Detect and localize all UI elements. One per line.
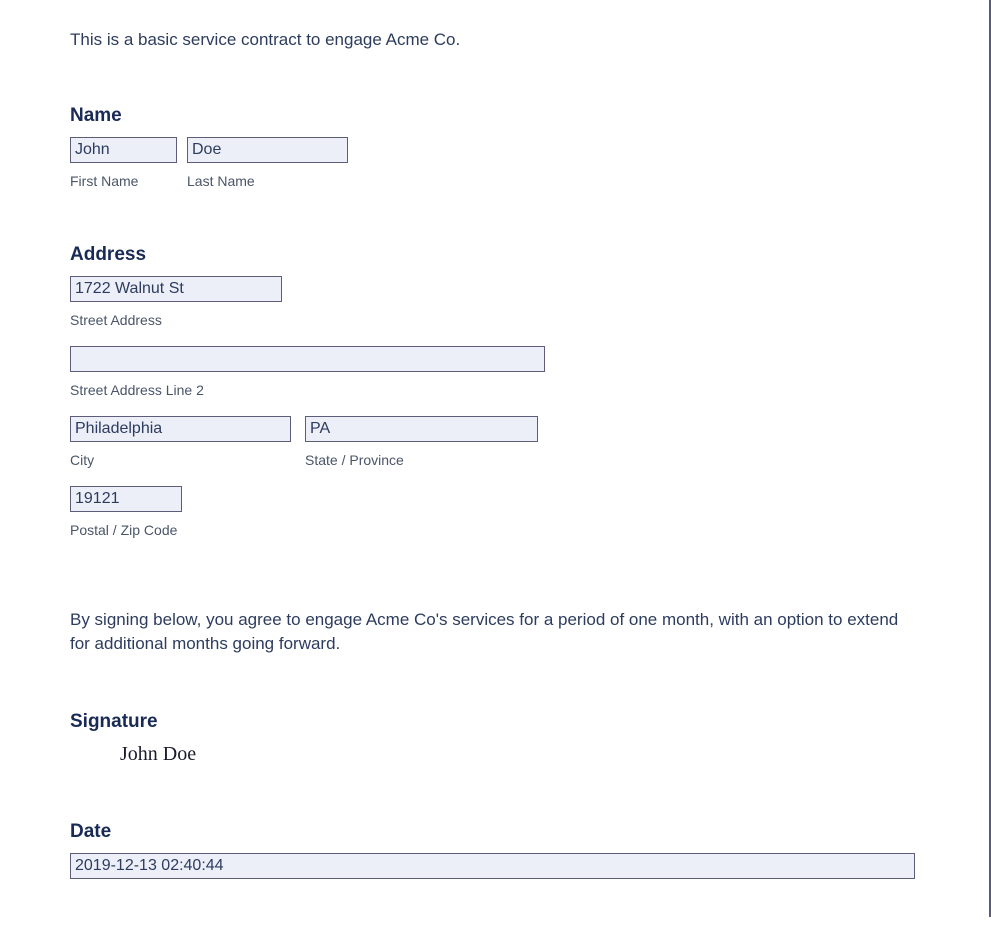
zip-label: Postal / Zip Code: [70, 522, 919, 538]
intro-text: This is a basic service contract to enga…: [70, 30, 919, 50]
state-label: State / Province: [305, 452, 538, 468]
street-address-2-input[interactable]: [70, 346, 545, 372]
street-address-2-label: Street Address Line 2: [70, 382, 919, 398]
signature-display: John Doe: [120, 743, 919, 766]
last-name-input[interactable]: [187, 137, 348, 163]
signature-section: Signature John Doe: [70, 711, 919, 766]
zip-input[interactable]: [70, 486, 182, 512]
street-address-label: Street Address: [70, 312, 919, 328]
address-heading: Address: [70, 244, 919, 266]
date-input[interactable]: [70, 853, 915, 879]
street-address-input[interactable]: [70, 276, 282, 302]
agreement-text: By signing below, you agree to engage Ac…: [70, 608, 919, 656]
state-input[interactable]: [305, 416, 538, 442]
last-name-label: Last Name: [187, 173, 348, 189]
name-heading: Name: [70, 105, 919, 127]
city-label: City: [70, 452, 291, 468]
date-heading: Date: [70, 821, 919, 843]
signature-heading: Signature: [70, 711, 919, 733]
first-name-label: First Name: [70, 173, 177, 189]
date-section: Date: [70, 821, 919, 879]
first-name-input[interactable]: [70, 137, 177, 163]
city-input[interactable]: [70, 416, 291, 442]
name-section: Name First Name Last Name: [70, 105, 919, 189]
address-section: Address Street Address Street Address Li…: [70, 244, 919, 538]
